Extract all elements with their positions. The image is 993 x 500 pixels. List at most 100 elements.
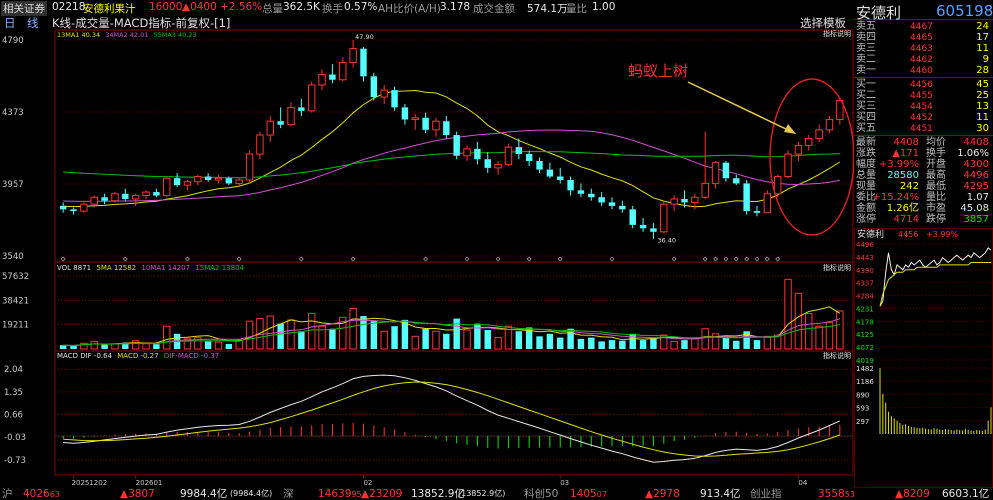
candle — [763, 190, 772, 214]
ma34-legend: 34MA2 42.01 — [105, 31, 148, 39]
book-volume: 30 — [976, 123, 989, 134]
book-price: 4454 — [910, 102, 933, 112]
bid-row[interactable]: 买四 4452 11 — [854, 113, 993, 124]
candle — [277, 107, 284, 129]
candle — [525, 150, 533, 167]
quote-stock-code: 605198 — [936, 2, 993, 20]
mini-pct: +3.99% — [926, 230, 959, 239]
stat-value: 4408 — [963, 137, 989, 148]
candle — [453, 131, 460, 160]
volume-bar — [805, 313, 813, 350]
stat-row: 委比 +15.24% 量比 1.07 — [854, 193, 993, 203]
candle — [474, 141, 481, 165]
bid-row[interactable]: 买三 4454 13 — [854, 102, 993, 113]
candle — [142, 190, 150, 199]
kc-index-dec: 07 — [596, 490, 607, 499]
book-volume: 11 — [976, 43, 989, 54]
indicator-desc-link[interactable]: 指标说明 — [823, 29, 851, 38]
stat-value: 4496 — [963, 170, 989, 181]
bid-row[interactable]: 买五 4451 30 — [854, 123, 993, 135]
book-price: 4455 — [910, 91, 933, 101]
sz-amount2: (13852.9亿) — [458, 489, 506, 498]
stat-label: 最高 — [926, 170, 946, 181]
mini-axis-label: 4231 — [856, 305, 874, 313]
volume-bar — [59, 345, 67, 349]
signal-diamond — [526, 256, 532, 262]
sh-amount: 9984.4亿 — [180, 488, 228, 500]
signal-diamond — [495, 256, 501, 262]
volume-bar — [101, 344, 108, 349]
date-axis: 20251202 202601 02 03 04 — [72, 475, 808, 487]
mini-axis-label: 4337 — [856, 280, 874, 288]
candle — [183, 179, 192, 191]
vol-desc-link[interactable]: 指标说明 — [823, 263, 851, 272]
candle — [266, 116, 274, 142]
sh-index[interactable]: 402663 — [23, 488, 60, 500]
volume-bar — [794, 292, 803, 350]
ask-row[interactable]: 卖一 4460 28 — [854, 66, 993, 77]
candle — [59, 202, 67, 213]
cy-change: ▲8209 — [895, 488, 930, 500]
candle — [815, 124, 823, 142]
candle — [194, 174, 202, 186]
bid-row[interactable]: 买二 4455 25 — [854, 90, 993, 102]
candle — [287, 102, 295, 127]
stat-label: 金额 — [856, 203, 876, 214]
ma-legend: 13MA1 40.34 34MA2 42.01 55MA3 40.23 — [57, 31, 197, 39]
book-label: 买二 — [856, 90, 876, 101]
volume-bar — [163, 325, 171, 350]
bid-row[interactable]: 买一 4456 45 — [854, 80, 993, 91]
volume-axis: 57632 38421 19211 — [2, 272, 29, 331]
mini-axis-label: 4125 — [856, 331, 874, 339]
volume-bar — [453, 318, 460, 349]
volume-bar — [391, 326, 398, 349]
volume-bar — [639, 340, 647, 349]
book-divider — [854, 77, 993, 78]
candle — [567, 176, 574, 196]
candle — [307, 81, 316, 113]
cy-label: 创业指 — [750, 488, 782, 500]
price-axis: 4790 4373 3957 3540 — [2, 36, 24, 262]
volume-bar — [784, 278, 792, 350]
signal-diamond — [122, 256, 128, 262]
stat-row: 涨跌 ▲171 换手 1.06% — [854, 149, 993, 159]
candle — [318, 69, 326, 91]
candle — [825, 116, 834, 134]
price-tick-label: 4373 — [2, 108, 24, 118]
stat-value: +15.24% — [872, 192, 919, 203]
volume-bar — [411, 335, 419, 350]
candle — [204, 173, 212, 182]
volume-bar — [225, 343, 233, 349]
candle — [650, 223, 657, 239]
candle — [608, 197, 616, 210]
stat-value: 1.06% — [957, 148, 989, 159]
vol-legend: VOL 8871 5MA 12582 10MA1 14207 15MA2 138… — [57, 264, 245, 272]
kline-chart[interactable]: 4790 4373 3957 3540 57632 38421 19211 2.04 1.3… — [0, 0, 854, 500]
intraday-mini-chart[interactable]: 安德利 4456 +3.99% 4496 4443 4390 4337 4284 4231 417… — [854, 228, 993, 488]
kc-index[interactable]: 140507 — [570, 488, 607, 500]
ask-row[interactable]: 卖三 4463 11 — [854, 43, 993, 55]
macd-desc-link[interactable]: 指标说明 — [823, 351, 851, 360]
stat-label: 跌停 — [926, 214, 946, 225]
book-price: 4463 — [910, 44, 933, 54]
candle — [753, 205, 761, 217]
book-price: 4456 — [910, 80, 933, 90]
ask-row[interactable]: 卖四 4465 17 — [854, 33, 993, 44]
candle — [245, 150, 254, 182]
book-price: 4460 — [910, 66, 933, 76]
sh-amount2: (9984.4亿) — [230, 489, 273, 498]
stat-label: 量比 — [926, 192, 946, 203]
volume-bar — [681, 340, 688, 349]
stat-row: 现量 242 最低 4295 — [854, 182, 993, 192]
candle — [794, 141, 803, 161]
dif-line — [63, 374, 841, 463]
cy-index[interactable]: 355853 — [818, 488, 855, 500]
volume-bar — [629, 333, 636, 349]
sz-index[interactable]: 1463995 — [318, 488, 362, 500]
signal-diamond — [60, 256, 66, 262]
sh-index-dec: 63 — [49, 490, 60, 499]
ask-row[interactable]: 卖五 4467 24 — [854, 22, 993, 33]
volume-bar — [515, 331, 523, 349]
ask-row[interactable]: 卖二 4462 9 — [854, 55, 993, 66]
book-label: 卖三 — [856, 43, 876, 54]
